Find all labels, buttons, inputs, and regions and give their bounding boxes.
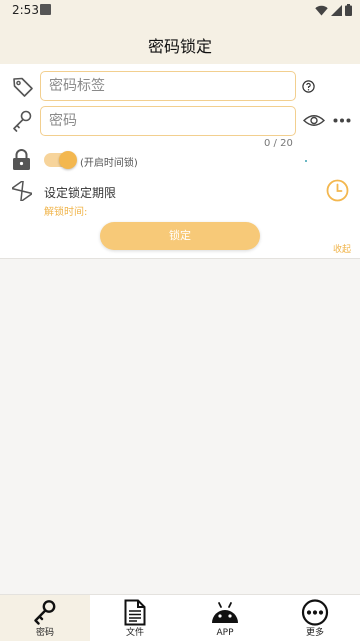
nav-item-more[interactable]: 更多 [270, 595, 360, 641]
nav-label: 文件 [125, 628, 144, 638]
page-title: 密码锁定 [147, 37, 212, 56]
help-icon[interactable] [302, 80, 315, 93]
nav-item-password[interactable]: 密码 [0, 595, 90, 641]
nav-label: 密码 [35, 628, 54, 638]
clock-icon[interactable] [326, 179, 349, 202]
password-lock-form: 0 / 20 (开启时间锁) 设定锁定期限 解锁时间: 锁定 收起 [0, 64, 360, 259]
lock-period-label[interactable]: 设定锁定期限 [44, 184, 116, 201]
more-options-icon[interactable] [333, 118, 351, 123]
signal-icon [331, 4, 342, 16]
nav-label: 更多 [305, 628, 324, 638]
app-header: 密码锁定 [0, 20, 360, 64]
nav-item-app[interactable]: APP [180, 595, 270, 641]
timer-lock-label: (开启时间锁) [80, 158, 138, 169]
status-icons [315, 3, 352, 17]
nav-label: APP [216, 628, 234, 638]
status-time: 2:53 [12, 3, 39, 17]
password-input[interactable] [40, 106, 296, 136]
eye-icon[interactable] [303, 113, 325, 128]
key-icon [34, 600, 56, 625]
bottom-nav: 密码 文件 APP 更多 [0, 594, 360, 641]
toggle-knob [59, 151, 77, 169]
document-icon [124, 599, 146, 626]
collapse-link[interactable]: 收起 [333, 242, 351, 255]
battery-icon [345, 4, 352, 16]
nav-item-files[interactable]: 文件 [90, 595, 180, 641]
status-bar: 2:53 [0, 0, 360, 20]
more-icon [301, 599, 329, 626]
timer-lock-toggle[interactable] [44, 151, 77, 169]
android-icon [212, 602, 238, 623]
password-label-input[interactable] [40, 71, 296, 101]
password-counter: 0 / 20 [264, 138, 293, 149]
unlock-time-label: 解锁时间: [44, 207, 88, 218]
hourglass-icon [12, 181, 32, 201]
key-icon [13, 110, 32, 132]
lock-icon [13, 149, 30, 170]
notification-icon [40, 4, 51, 15]
tag-icon [13, 77, 33, 97]
lock-button[interactable]: 锁定 [100, 222, 260, 250]
decorative-dot [305, 160, 307, 162]
wifi-icon [315, 5, 328, 15]
